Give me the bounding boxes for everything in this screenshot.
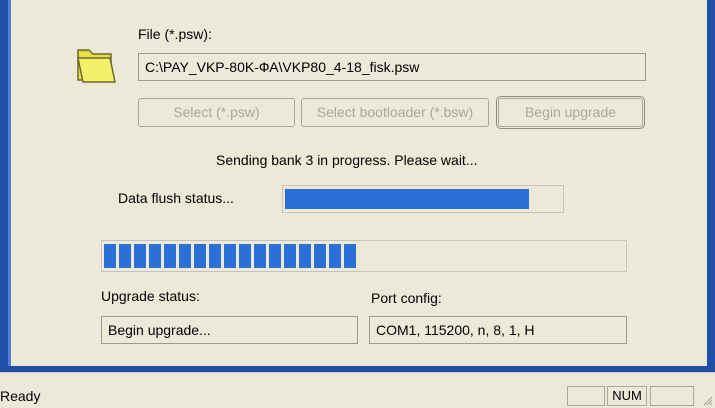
- upgrade-progress-segment: [134, 244, 146, 268]
- begin-upgrade-button[interactable]: Begin upgrade: [496, 96, 645, 129]
- data-flush-progress-fill: [285, 189, 529, 209]
- upgrade-progress-segment: [284, 244, 296, 268]
- upgrade-progress-segment: [344, 244, 356, 268]
- upgrade-progress-segment: [314, 244, 326, 268]
- folder-icon[interactable]: [75, 38, 119, 86]
- port-config-field: COM1, 115200, n, 8, 1, H: [369, 316, 627, 344]
- select-psw-button[interactable]: Select (*.psw): [138, 98, 295, 127]
- window-frame-left: [0, 0, 8, 372]
- upgrade-progress-segment: [194, 244, 206, 268]
- upgrade-progress-segment: [254, 244, 266, 268]
- upgrade-progress-segment: [179, 244, 191, 268]
- data-flush-progress: [282, 185, 564, 213]
- upgrade-progress: [101, 240, 627, 272]
- upgrade-progress-segment: [164, 244, 176, 268]
- upgrade-progress-segment: [269, 244, 281, 268]
- upgrade-progress-segment: [299, 244, 311, 268]
- file-label: File (*.psw):: [138, 26, 212, 42]
- upgrade-status-label: Upgrade status:: [101, 288, 200, 304]
- upgrade-progress-segment: [119, 244, 131, 268]
- status-bar: Ready NUM: [0, 372, 715, 408]
- upgrade-progress-segment: [239, 244, 251, 268]
- file-path-field[interactable]: C:\PAY_VKP-80K-ФА\VKP80_4-18_fisk.psw: [138, 53, 646, 81]
- select-bootloader-button[interactable]: Select bootloader (*.bsw): [301, 98, 489, 127]
- upgrade-progress-segment: [329, 244, 341, 268]
- status-pane-empty-1: [567, 386, 605, 406]
- upgrade-progress-segment: [209, 244, 221, 268]
- upgrade-progress-segment: [149, 244, 161, 268]
- status-pane-empty-2: [650, 386, 694, 406]
- dialog-client-area: File (*.psw): C:\PAY_VKP-80K-ФА\VKP80_4-…: [11, 0, 707, 366]
- progress-message: Sending bank 3 in progress. Please wait.…: [216, 152, 478, 168]
- resize-grip-icon[interactable]: [701, 394, 713, 406]
- upgrade-progress-segment: [104, 244, 116, 268]
- port-config-label: Port config:: [371, 290, 442, 306]
- window-frame-right: [707, 0, 715, 372]
- status-text: Ready: [0, 388, 41, 404]
- data-flush-label: Data flush status...: [118, 190, 234, 206]
- upgrade-progress-segment: [224, 244, 236, 268]
- status-num-indicator: NUM: [607, 386, 647, 406]
- upgrade-status-field: Begin upgrade...: [101, 316, 358, 344]
